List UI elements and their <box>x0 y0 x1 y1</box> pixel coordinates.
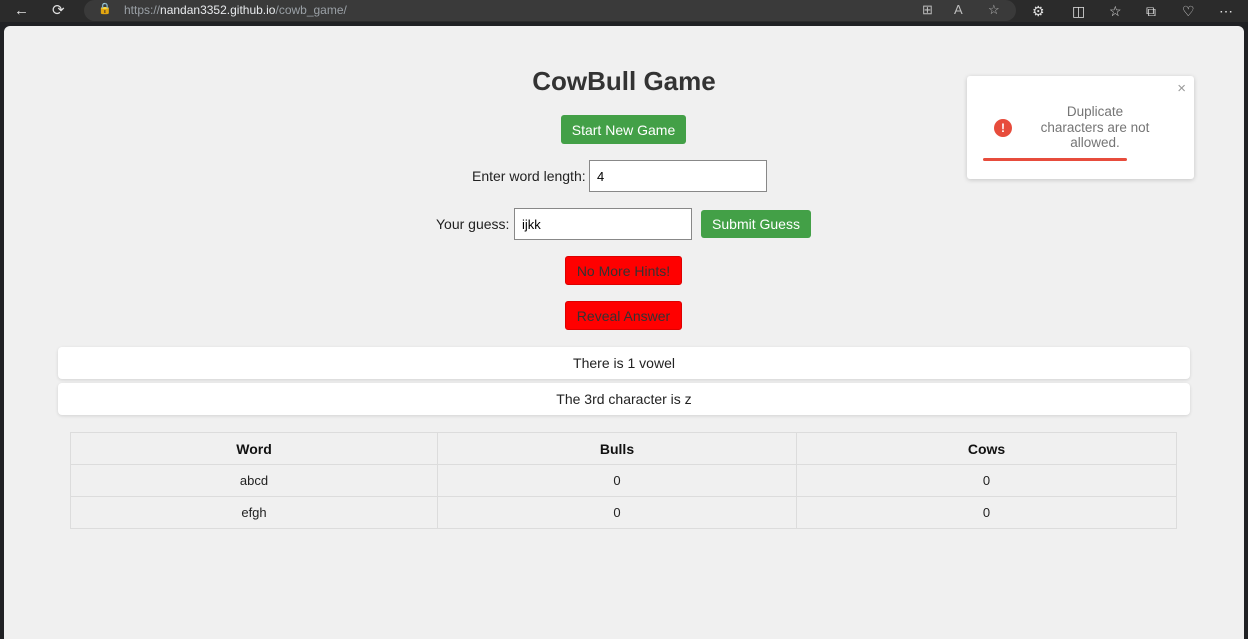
submit-guess-button[interactable]: Submit Guess <box>701 210 811 238</box>
more-menu-icon[interactable]: ⋯ <box>1219 1 1233 21</box>
collections-icon[interactable]: ⧉ <box>1146 1 1156 21</box>
cell-cows: 0 <box>796 464 1177 497</box>
guess-label: Your guess: <box>436 216 510 232</box>
browser-toolbar: ← ⟳ 🔒 https://nandan3352.github.io/cowb_… <box>0 0 1248 22</box>
cell-word: efgh <box>70 496 438 529</box>
table-header-row: Word Bulls Cows <box>70 432 1177 465</box>
hints-button[interactable]: No More Hints! <box>565 256 682 285</box>
results-table: Word Bulls Cows abcd 0 0 efgh 0 0 <box>70 432 1177 529</box>
favorites-icon[interactable]: ☆ <box>1109 1 1122 21</box>
lock-icon[interactable]: 🔒 <box>98 2 112 15</box>
word-length-input[interactable] <box>589 160 767 192</box>
cell-bulls: 0 <box>437 464 797 497</box>
start-new-game-button[interactable]: Start New Game <box>561 115 686 144</box>
header-bulls: Bulls <box>437 432 797 465</box>
header-cows: Cows <box>796 432 1177 465</box>
cell-bulls: 0 <box>437 496 797 529</box>
url-path: /cowb_game/ <box>275 3 347 17</box>
extensions-icon[interactable]: ⚙ <box>1032 1 1045 21</box>
reveal-answer-button[interactable]: Reveal Answer <box>565 301 682 330</box>
page-content: CowBull Game Start New Game Enter word l… <box>4 26 1244 639</box>
header-word: Word <box>70 432 438 465</box>
url-scheme: https:// <box>124 3 161 17</box>
app-grid-icon[interactable]: ⊞ <box>922 2 933 18</box>
guess-input[interactable] <box>514 208 692 240</box>
table-row: efgh 0 0 <box>70 496 1177 529</box>
split-screen-icon[interactable]: ◫ <box>1072 1 1085 21</box>
url-text[interactable]: https://nandan3352.github.io/cowb_game/ <box>124 3 347 17</box>
error-icon: ! <box>994 119 1012 137</box>
word-length-label: Enter word length: <box>472 168 586 184</box>
refresh-icon[interactable]: ⟳ <box>52 1 65 21</box>
close-icon[interactable]: × <box>1177 80 1186 97</box>
hint-item: The 3rd character is z <box>58 383 1190 415</box>
error-toast: × ! Duplicate characters are not allowed… <box>967 76 1194 179</box>
table-row: abcd 0 0 <box>70 464 1177 497</box>
address-bar[interactable]: 🔒 https://nandan3352.github.io/cowb_game… <box>84 0 1016 21</box>
toast-message: Duplicate characters are not allowed. <box>1040 104 1150 150</box>
hint-item: There is 1 vowel <box>58 347 1190 379</box>
url-host: nandan3352.github.io <box>160 3 276 17</box>
toast-progress-bar <box>983 158 1127 161</box>
back-arrow-icon[interactable]: ← <box>14 1 29 21</box>
read-aloud-icon[interactable]: A <box>954 2 963 17</box>
cell-word: abcd <box>70 464 438 497</box>
favorite-star-icon[interactable]: ☆ <box>988 2 1000 18</box>
cell-cows: 0 <box>796 496 1177 529</box>
browser-essentials-icon[interactable]: ♡ <box>1182 1 1195 21</box>
